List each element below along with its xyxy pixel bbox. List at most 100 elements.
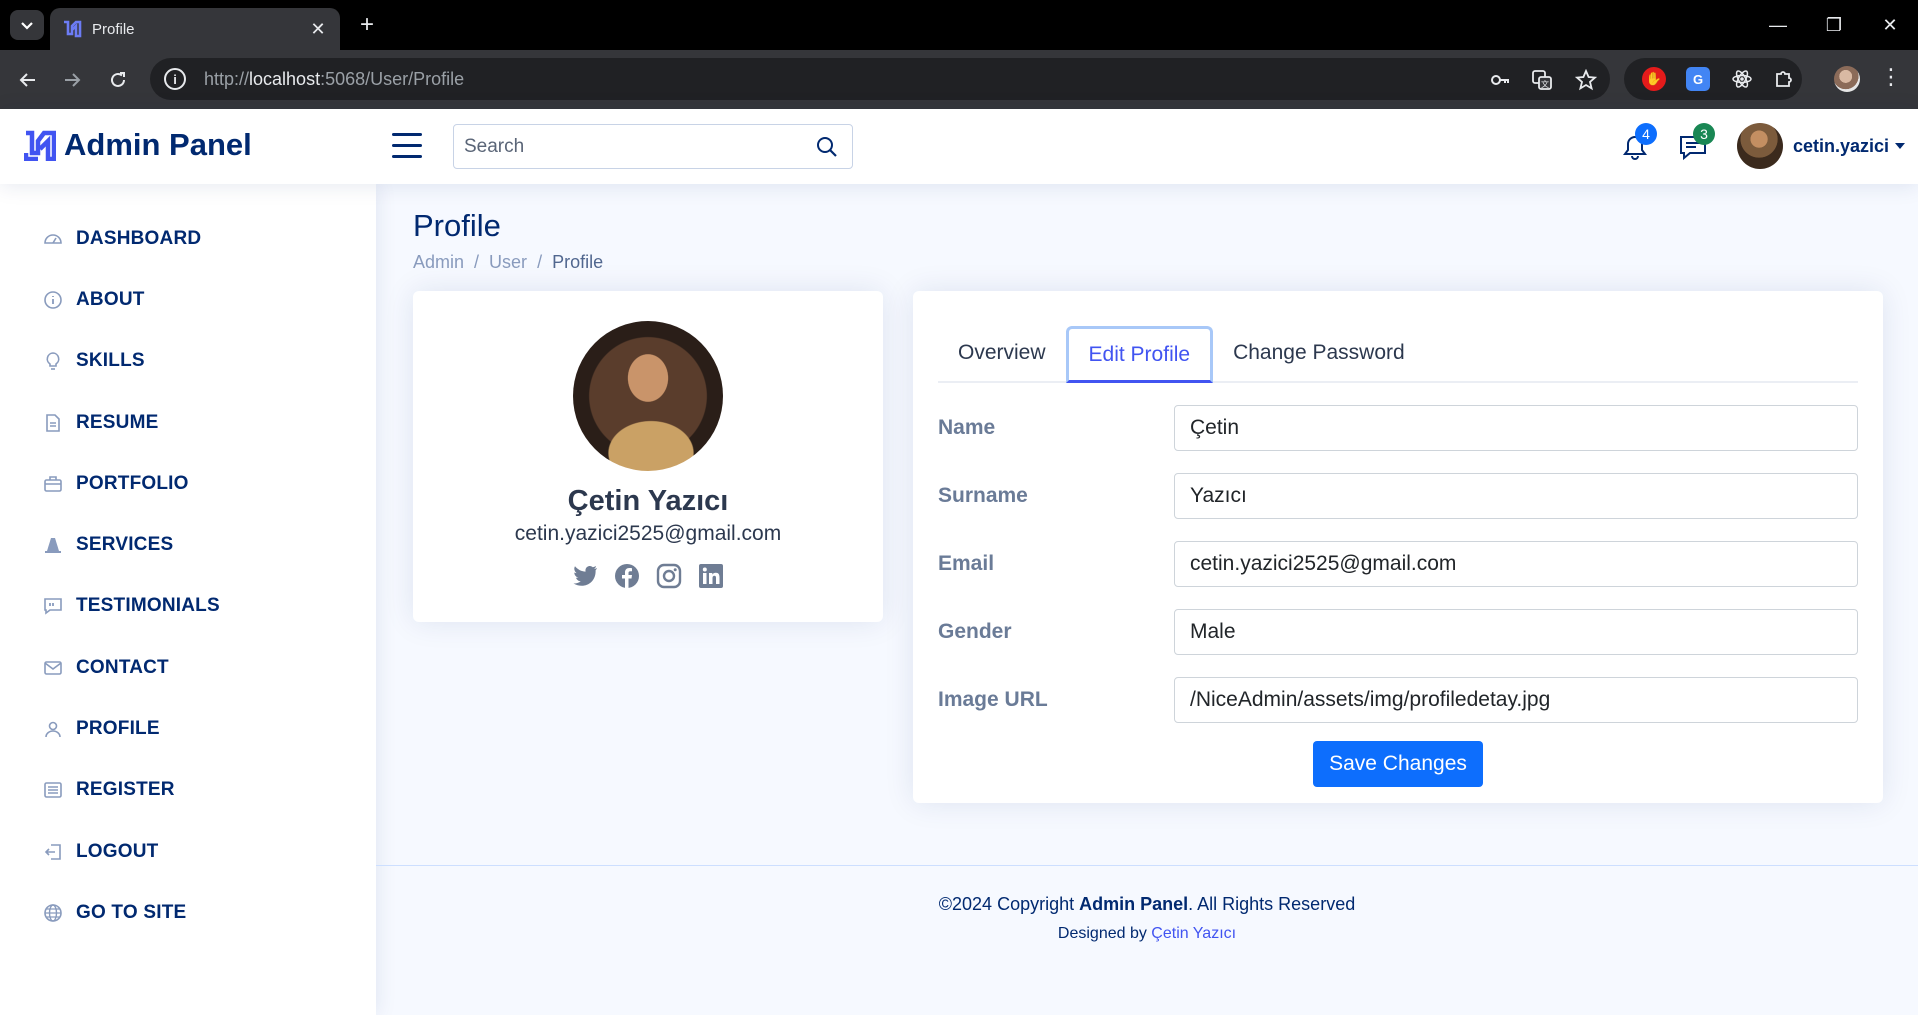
react-devtools-icon[interactable] xyxy=(1730,67,1754,91)
form-row-surname: Surname xyxy=(938,473,1858,519)
form-actions: Save Changes xyxy=(938,741,1858,787)
notifications-badge: 4 xyxy=(1635,123,1657,145)
sidebar-item-logout[interactable]: LOGOUT xyxy=(0,821,376,882)
sidebar-item-register[interactable]: REGISTER xyxy=(0,760,376,821)
tab-overview[interactable]: Overview xyxy=(938,341,1066,381)
sidebar-item-services[interactable]: SERVICES xyxy=(0,514,376,575)
info-circle-icon xyxy=(42,289,64,311)
breadcrumb-user[interactable]: User xyxy=(489,252,527,273)
profile-email: cetin.yazici2525@gmail.com xyxy=(514,522,782,545)
sidebar-toggle-icon[interactable] xyxy=(392,133,422,159)
social-links xyxy=(571,562,725,590)
tab-search-button[interactable] xyxy=(10,10,44,40)
minimize-icon[interactable]: — xyxy=(1758,8,1798,42)
new-tab-icon[interactable]: + xyxy=(352,10,382,40)
save-changes-button[interactable]: Save Changes xyxy=(1313,741,1483,787)
app-logo-icon xyxy=(64,20,82,38)
breadcrumb-separator: / xyxy=(474,252,480,272)
close-icon[interactable]: ✕ xyxy=(308,19,328,40)
browser-tabbar: Profile ✕ + — ❐ ✕ xyxy=(0,0,1918,50)
name-label: Name xyxy=(938,416,996,439)
tab-change-password[interactable]: Change Password xyxy=(1213,341,1425,381)
card-list-icon xyxy=(42,779,64,801)
browser-tab[interactable]: Profile ✕ xyxy=(50,8,340,50)
surname-label: Surname xyxy=(938,484,1028,507)
reload-icon[interactable] xyxy=(102,64,134,96)
sidebar-item-go-to-site[interactable]: GO TO SITE xyxy=(0,882,376,943)
file-icon xyxy=(42,412,64,434)
translate-icon[interactable]: 文 xyxy=(1530,68,1554,92)
back-icon[interactable] xyxy=(12,64,44,96)
bookmark-star-icon[interactable] xyxy=(1574,68,1598,92)
surname-field[interactable] xyxy=(1174,473,1858,519)
name-field[interactable] xyxy=(1174,405,1858,451)
address-bar[interactable]: i http://localhost:5068/User/Profile 文 xyxy=(150,58,1610,100)
browser-toolbar: i http://localhost:5068/User/Profile 文 ✋… xyxy=(0,50,1918,109)
breadcrumb-separator: / xyxy=(537,252,543,272)
puzzle-extensions-icon[interactable] xyxy=(1772,67,1796,91)
person-icon xyxy=(42,718,64,740)
window-close-icon[interactable]: ✕ xyxy=(1870,8,1910,42)
user-name: cetin.yazici xyxy=(1793,135,1890,156)
box-arrow-left-icon xyxy=(42,841,64,863)
breadcrumb-profile: Profile xyxy=(552,252,604,272)
facebook-icon[interactable] xyxy=(613,562,641,590)
search-form xyxy=(453,124,853,169)
form-row-name: Name xyxy=(938,405,1858,451)
browser-profile-avatar[interactable] xyxy=(1834,66,1860,92)
image-url-field[interactable] xyxy=(1174,677,1858,723)
twitter-icon[interactable] xyxy=(571,562,599,590)
messages-badge: 3 xyxy=(1693,123,1715,145)
more-options-icon[interactable]: ⋮ xyxy=(1880,64,1902,90)
sidebar-item-dashboard[interactable]: DASHBOARD xyxy=(0,208,376,269)
sidebar-item-skills[interactable]: SKILLS xyxy=(0,331,376,392)
cone-icon xyxy=(42,534,64,556)
page-title: Profile xyxy=(413,208,501,243)
app-header: Admin Panel 4 3 cetin.yazici xyxy=(0,109,1918,184)
instagram-icon[interactable] xyxy=(655,562,683,590)
brand-logo[interactable]: Admin Panel xyxy=(24,127,252,163)
email-label: Email xyxy=(938,552,995,575)
lightbulb-icon xyxy=(42,350,64,372)
sidebar-item-about[interactable]: ABOUT xyxy=(0,269,376,330)
designer-link[interactable]: Çetin Yazıcı xyxy=(1151,925,1236,942)
adblock-extension-icon[interactable]: ✋ xyxy=(1642,67,1666,91)
gender-label: Gender xyxy=(938,620,1012,643)
restore-icon[interactable]: ❐ xyxy=(1814,8,1854,42)
tab-edit-profile[interactable]: Edit Profile xyxy=(1065,326,1214,383)
gender-field[interactable] xyxy=(1174,609,1858,655)
form-row-email: Email xyxy=(938,541,1858,587)
sidebar-item-profile[interactable]: PROFILE xyxy=(0,698,376,759)
extensions-area: ✋ G xyxy=(1624,58,1802,100)
profile-card: Çetin Yazıcı cetin.yazici2525@gmail.com xyxy=(413,291,883,622)
breadcrumb-admin[interactable]: Admin xyxy=(413,252,464,273)
form-row-gender: Gender xyxy=(938,609,1858,655)
footer: ©2024 Copyright Admin Panel. All Rights … xyxy=(376,865,1918,943)
search-icon[interactable] xyxy=(812,132,842,162)
sidebar-item-portfolio[interactable]: PORTFOLIO xyxy=(0,453,376,514)
caret-down-icon xyxy=(1895,143,1906,149)
linkedin-icon[interactable] xyxy=(697,562,725,590)
edit-profile-card: Overview Edit Profile Change Password Na… xyxy=(913,291,1883,803)
sidebar: DASHBOARD ABOUT SKILLS RESUME PORTFOLIO … xyxy=(0,184,376,1015)
profile-tabs: Overview Edit Profile Change Password xyxy=(938,311,1858,383)
breadcrumb: Admin / User / Profile xyxy=(413,252,603,273)
page-title-section: Profile Admin / User / Profile xyxy=(413,208,603,273)
google-translate-extension-icon[interactable]: G xyxy=(1686,67,1710,91)
key-icon[interactable] xyxy=(1488,68,1512,92)
sidebar-item-testimonials[interactable]: TESTIMONIALS xyxy=(0,576,376,637)
chat-quote-icon xyxy=(42,595,64,617)
sidebar-item-contact[interactable]: CONTACT xyxy=(0,637,376,698)
globe-icon xyxy=(42,902,64,924)
search-input[interactable] xyxy=(464,135,812,158)
credits: Designed by Çetin Yazıcı xyxy=(1057,925,1237,942)
speedometer-icon xyxy=(42,228,64,250)
sidebar-item-resume[interactable]: RESUME xyxy=(0,392,376,453)
site-info-icon[interactable]: i xyxy=(164,68,186,90)
forward-icon[interactable] xyxy=(56,64,88,96)
notifications-button[interactable]: 4 xyxy=(1617,123,1657,165)
user-dropdown[interactable]: cetin.yazici xyxy=(1737,123,1906,169)
url-text: http://localhost:5068/User/Profile xyxy=(204,68,465,89)
email-field[interactable] xyxy=(1174,541,1858,587)
messages-button[interactable]: 3 xyxy=(1675,123,1715,165)
